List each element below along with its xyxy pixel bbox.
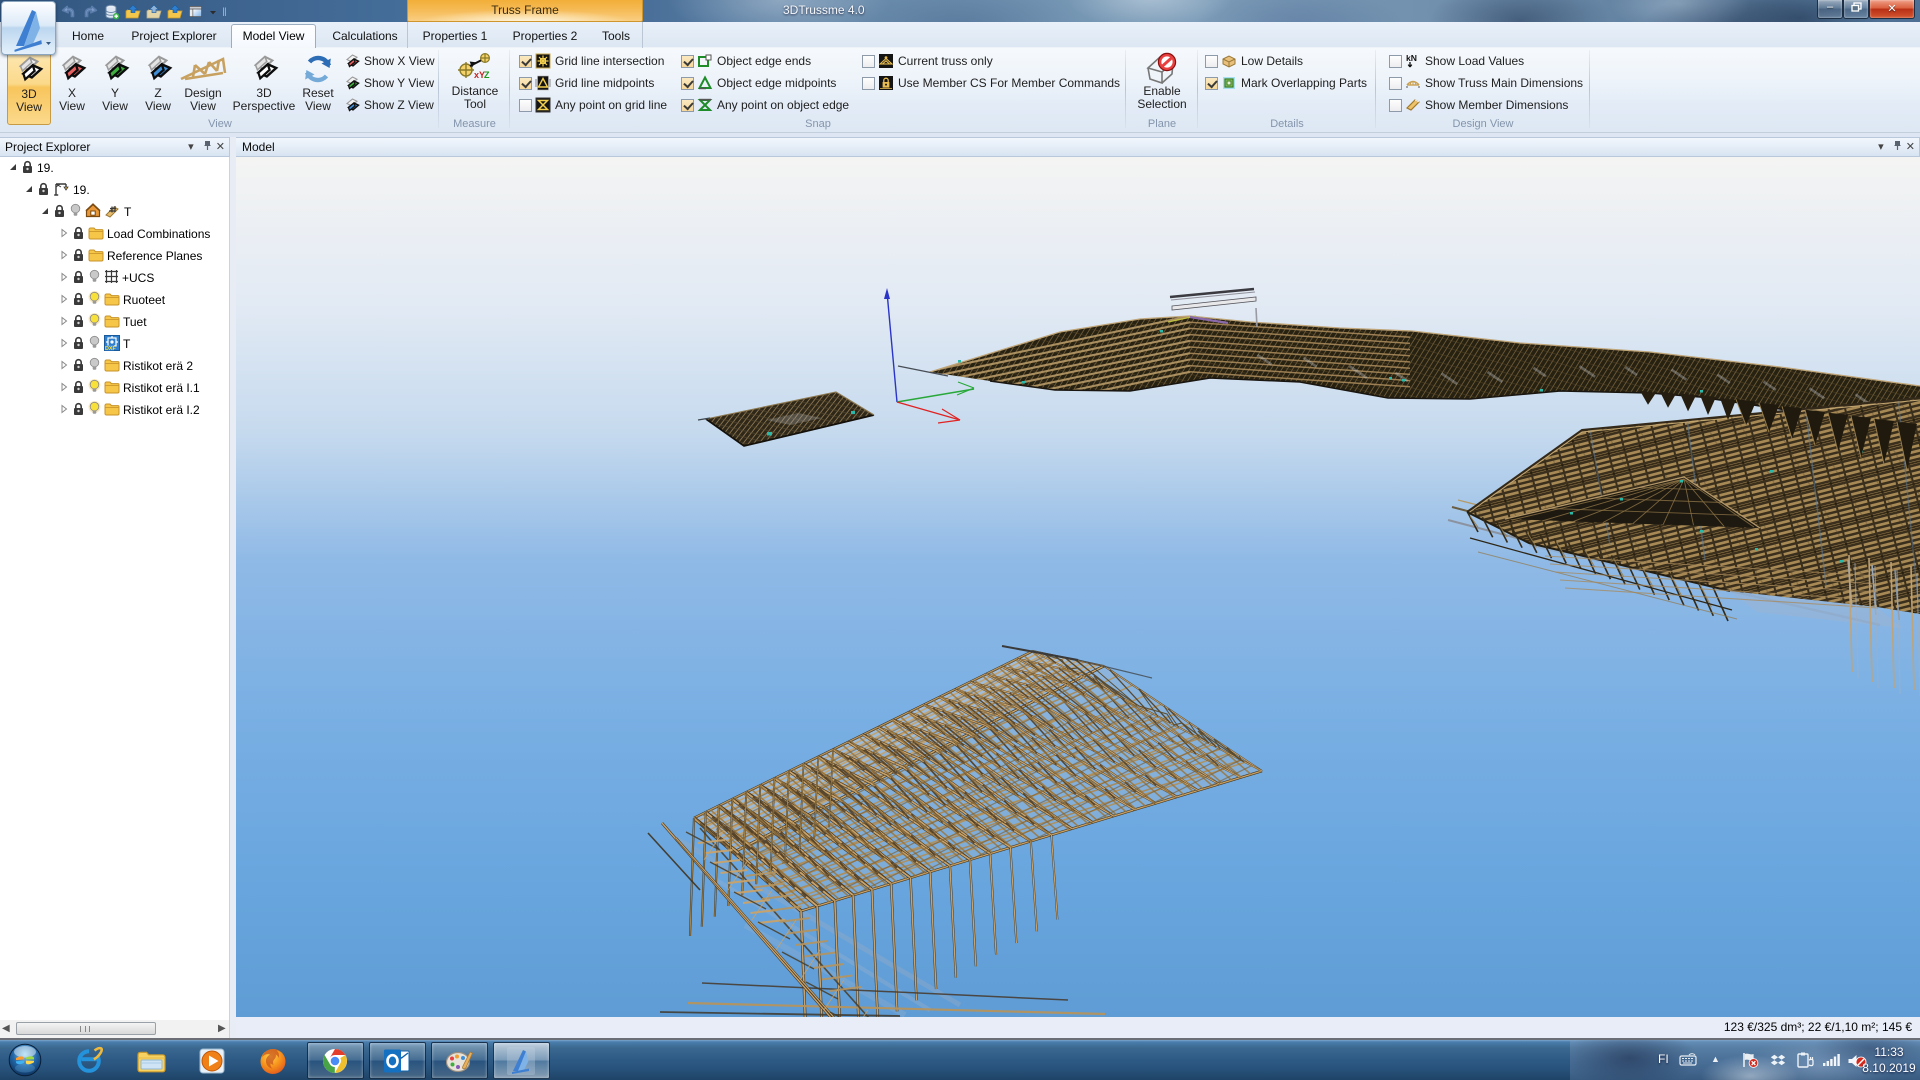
- svg-text:kN: kN: [1406, 53, 1417, 63]
- svg-text:Z: Z: [484, 70, 490, 80]
- svg-text:DXF: DXF: [105, 346, 116, 351]
